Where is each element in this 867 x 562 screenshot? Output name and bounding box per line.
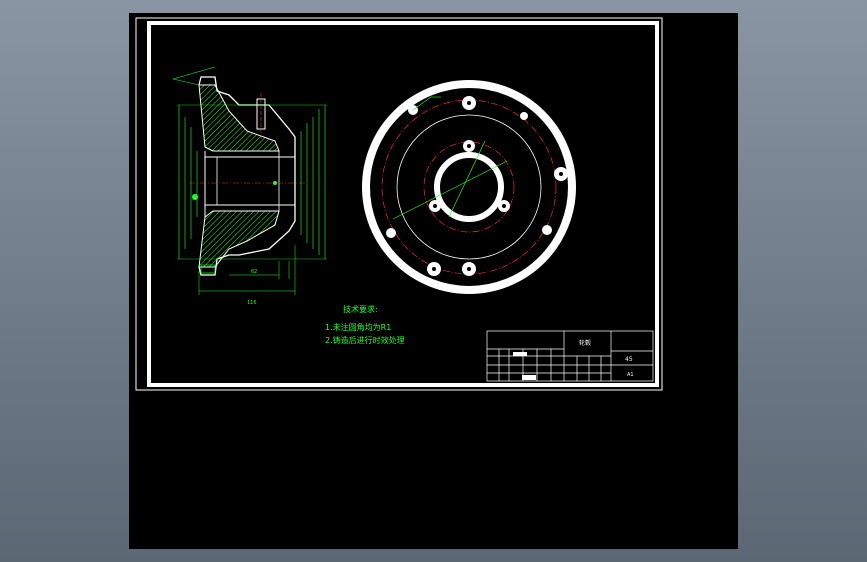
center-bore [434, 152, 504, 222]
cad-viewport[interactable]: 116 62 轮毂 45 A1 技术要求: 1.未注圆角均为R1 2.铸造后进行… [129, 13, 738, 549]
section-hatch-upper [198, 84, 280, 152]
dim-overall-label: 116 [247, 300, 257, 306]
requirement-item-1: 1.未注圆角均为R1 [325, 323, 392, 332]
cad-drawing-canvas[interactable]: 116 62 轮毂 45 A1 [129, 13, 738, 549]
title-block-material: 45 [625, 356, 633, 363]
title-block-part-name: 轮毂 [579, 339, 591, 347]
requirement-item-2: 2.铸造后进行时效处理 [325, 336, 405, 345]
section-hatch-lower [198, 210, 280, 268]
technical-requirements-title: 技术要求: [343, 305, 378, 314]
hub-section-view: 116 62 [172, 66, 327, 306]
bolt-circle [381, 99, 557, 275]
technical-requirements: 技术要求: 1.未注圆角均为R1 2.铸造后进行时效处理 [325, 303, 405, 347]
dim-mid-label: 62 [251, 269, 257, 275]
title-block-sheet-size: A1 [627, 372, 634, 378]
hub-front-view [362, 80, 576, 294]
